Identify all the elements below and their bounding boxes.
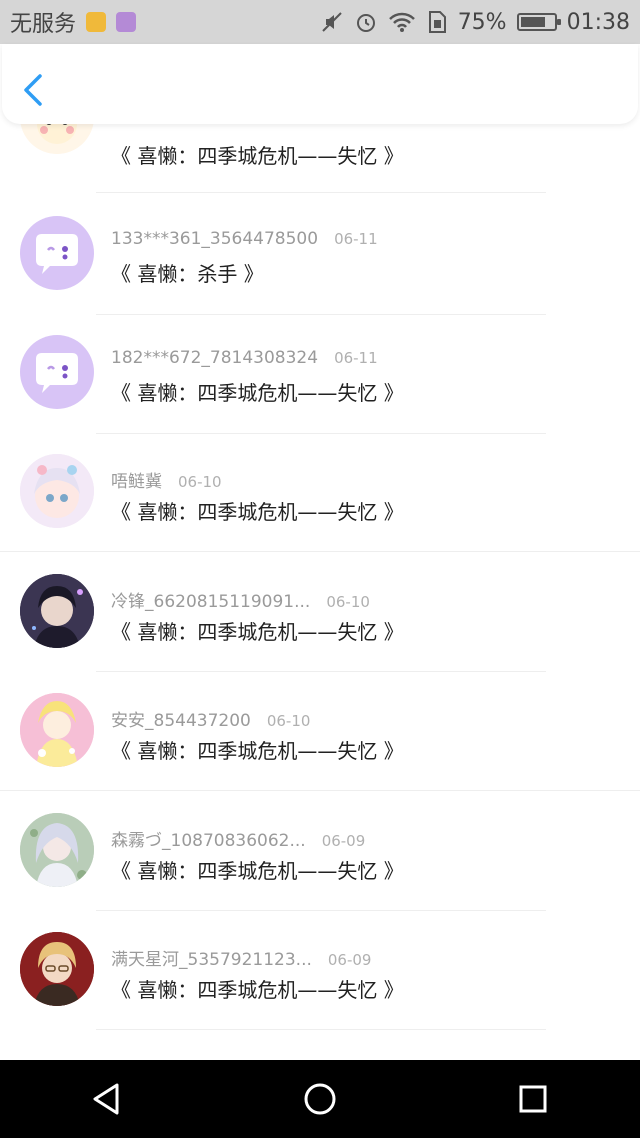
work-title: 《 喜懒：四季城危机——失忆 》 <box>111 620 404 644</box>
user-line: 安安_854437200 06-10 <box>111 706 310 731</box>
username[interactable]: 133***361_3564478500 <box>111 229 318 249</box>
username[interactable]: 182***672_7814308324 <box>111 348 318 368</box>
work-title: 《 喜懒：杀手 》 <box>111 262 264 286</box>
work-title: 《 喜懒：四季城危机——失忆 》 <box>111 739 404 763</box>
date: 06-10 <box>326 593 370 611</box>
user-line: 满天星河_5357921123... 06-09 <box>111 945 371 970</box>
header-bar <box>2 44 638 124</box>
date: 06-11 <box>334 230 378 248</box>
list-item[interactable]: 森霧づ_10870836062... 06-09 《 喜懒：四季城危机——失忆 》 <box>0 793 640 912</box>
nav-back-button[interactable] <box>77 1069 137 1129</box>
username[interactable]: 安安_854437200 <box>111 711 251 731</box>
battery-percent: 75% <box>457 9 507 35</box>
gallery-purple-icon <box>116 12 137 32</box>
date: 06-10 <box>178 473 222 491</box>
chat-bubble-avatar <box>20 216 94 290</box>
anime-avatar-red <box>20 932 94 1006</box>
work-title: 《 喜懒：四季城危机——失忆 》 <box>111 978 404 1002</box>
sim-yellow-icon <box>86 12 107 32</box>
user-line: 133***361_3564478500 06-11 <box>111 229 378 249</box>
date: 06-10 <box>266 712 311 730</box>
anime-avatar-dark <box>20 574 94 648</box>
status-bar: 无服务 75% 01:38 <box>0 0 640 44</box>
divider <box>96 1029 546 1030</box>
work-title: 《 喜懒：四季城危机——失忆 》 <box>111 381 404 405</box>
square-recent-icon <box>519 1085 547 1113</box>
divider <box>96 192 546 193</box>
list-item[interactable]: 满天星河_5357921123... 06-09 《 喜懒：四季城危机——失忆 》 <box>0 912 640 1031</box>
divider <box>0 790 640 791</box>
sheep-avatar <box>20 124 94 154</box>
work-title: 《 喜懒：四季城危机——失忆 》 <box>111 144 404 168</box>
chat-bubble-avatar <box>20 335 94 409</box>
battery-fill <box>520 17 545 27</box>
user-line: 182***672_7814308324 06-11 <box>111 348 378 368</box>
user-line: 唔鲢冀 06-10 <box>111 467 222 492</box>
alarm-icon <box>356 14 375 32</box>
divider <box>0 551 640 552</box>
list-item[interactable]: 唔鲢冀 06-10 《 喜懒：四季城危机——失忆 》 <box>0 434 640 553</box>
username[interactable]: 森霧づ_10870836062... <box>111 831 306 851</box>
carrier-text: 无服务 <box>10 12 77 37</box>
user-line: 森霧づ_10870836062... 06-09 <box>111 826 365 851</box>
work-title: 《 喜懒：四季城危机——失忆 》 <box>111 859 404 883</box>
circle-home-icon <box>304 1083 336 1115</box>
anime-avatar-yellow <box>20 693 94 767</box>
list-item[interactable]: 冷锋_6620815119091... 06-10 《 喜懒：四季城危机——失忆 … <box>0 554 640 673</box>
list-item[interactable]: 安安_854437200 06-10 《 喜懒：四季城危机——失忆 》 <box>0 673 640 792</box>
username[interactable]: 满天星河_5357921123... <box>111 950 312 970</box>
anime-avatar-silver <box>20 813 94 887</box>
anime-avatar-pastel <box>20 454 94 528</box>
wifi-icon <box>388 12 415 32</box>
username[interactable]: 唔鲢冀 <box>111 472 162 492</box>
user-line: 冷锋_6620815119091... 06-10 <box>111 587 370 612</box>
date: 06-11 <box>334 349 378 367</box>
chevron-left-icon[interactable] <box>20 72 48 108</box>
comment-list: 《 喜懒：四季城危机——失忆 》 133***361_3564478500 06-… <box>0 124 640 1060</box>
list-item[interactable]: 《 喜懒：四季城危机——失忆 》 <box>0 124 640 193</box>
system-nav-bar <box>0 1060 640 1138</box>
nav-recent-button[interactable] <box>503 1069 563 1129</box>
clock: 01:38 <box>566 9 630 35</box>
nav-home-button[interactable] <box>290 1069 350 1129</box>
date: 06-09 <box>327 951 372 969</box>
sim-icon <box>428 11 446 33</box>
username[interactable]: 冷锋_6620815119091... <box>111 592 310 612</box>
list-item[interactable]: 133***361_3564478500 06-11 《 喜懒：杀手 》 <box>0 196 640 315</box>
battery-icon <box>516 13 561 31</box>
date: 06-09 <box>321 832 366 850</box>
divider <box>96 671 546 672</box>
triangle-back-icon <box>93 1083 119 1115</box>
divider <box>96 910 546 911</box>
list-item[interactable]: 182***672_7814308324 06-11 《 喜懒：四季城危机——失忆… <box>0 315 640 434</box>
mute-icon <box>321 12 342 32</box>
work-title: 《 喜懒：四季城危机——失忆 》 <box>111 500 404 524</box>
